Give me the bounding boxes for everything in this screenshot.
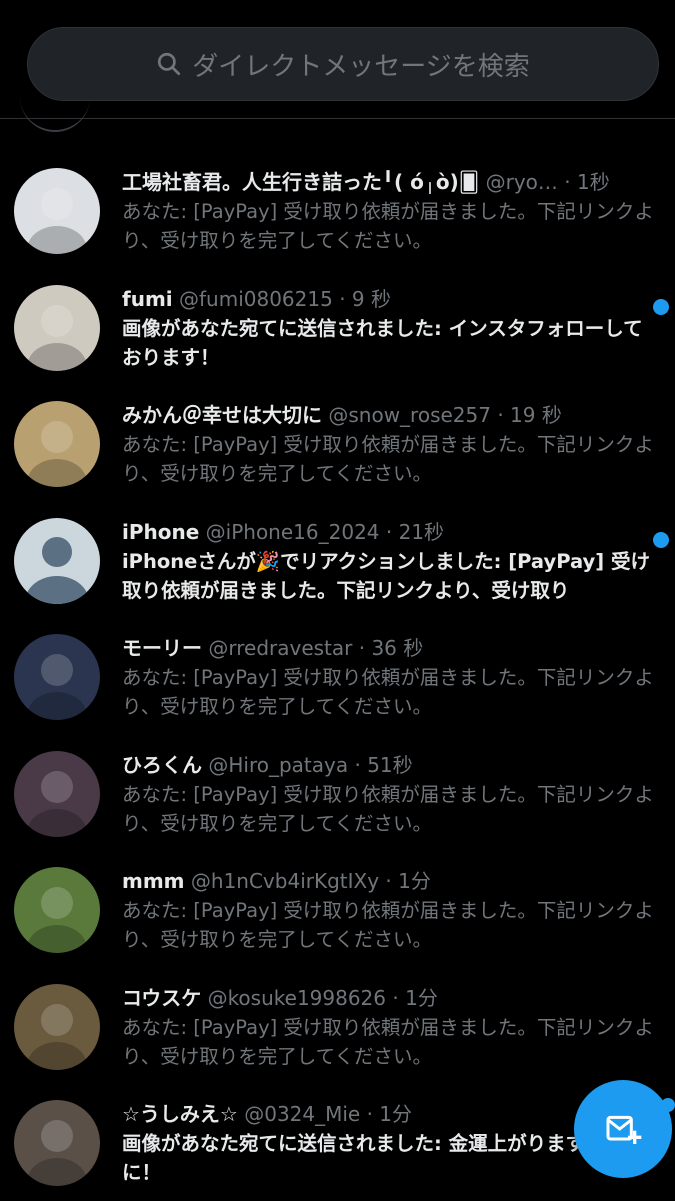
message-preview: あなた: [PayPay] 受け取り依頼が届きました。下記リンクより、受け取りを… [122,1015,654,1068]
timestamp: · 51秒 [354,752,413,777]
timestamp: · 1秒 [564,170,610,194]
username: @h1nCvb4irKgtIXy [190,869,380,893]
message-preview: あなた: [PayPay] 受け取り依頼が届きました。下記リンクより、受け取りを… [122,200,654,252]
message-preview: 画像があなた宛てに送信されました: インスタフォローしております！ [122,316,643,369]
conversation-header: モーリー @rredravestar · 36 秒 [122,633,659,663]
conversation-row[interactable]: iPhone @iPhone16_2024 · 21秒 iPhoneさんが🎉でリ… [0,502,675,619]
conversation-text: 工場社畜君。人生行き詰った╹( ó╷ò)🂠 @ryo… · 1秒 あなた: [P… [122,167,659,255]
conversation-row[interactable]: ひろくん @Hiro_pataya · 51秒 あなた: [PayPay] 受け… [0,735,675,852]
unread-indicator [653,298,669,315]
display-name: 工場社畜君。人生行き詰った╹( ó╷ò)🂠 [122,170,480,194]
avatar[interactable] [14,867,100,953]
conversation-text: fumi @fumi0806215 · 9 秒 画像があなた宛てに送信されました… [122,284,659,372]
conversation-row[interactable]: コウスケ @kosuke1998626 · 1分 あなた: [PayPay] 受… [0,968,675,1085]
conversation-header: ひろくん @Hiro_pataya · 51秒 [122,750,659,780]
display-name: iPhone [122,519,200,544]
conversation-header: fumi @fumi0806215 · 9 秒 [122,284,659,314]
username: @0324_Mie [244,1102,361,1126]
username: @ryo… [485,170,558,194]
conversation-row[interactable]: みかん＠幸せは大切に @snow_rose257 · 19 秒 あなた: [Pa… [0,385,675,502]
timestamp: · 1分 [392,985,438,1010]
display-name: モーリー [122,636,202,660]
username: @rredravestar [208,636,353,660]
avatar[interactable] [14,517,100,604]
timestamp: · 9 秒 [339,286,391,311]
conversation-list: 工場社畜君。人生行き詰った╹( ó╷ò)🂠 @ryo… · 1秒 あなた: [P… [0,152,675,1201]
display-name: mmm [122,869,185,893]
avatar[interactable] [14,750,100,837]
new-message-button[interactable] [574,1080,672,1178]
timestamp: · 21秒 [385,519,445,544]
display-name: ☆うしみえ☆ [122,1102,238,1126]
conversation-header: コウスケ @kosuke1998626 · 1分 [122,983,659,1013]
conversation-row[interactable]: ☆うしみえ☆ @0324_Mie · 1分 画像があなた宛てに送信されました: … [0,1084,675,1201]
notification-dot [661,1098,675,1112]
conversation-header: iPhone @iPhone16_2024 · 21秒 [122,517,659,547]
unread-indicator [653,531,669,548]
avatar[interactable] [14,983,100,1070]
conversation-row[interactable]: mmm @h1nCvb4irKgtIXy · 1分 あなた: [PayPay] … [0,851,675,968]
new-message-icon [606,1115,642,1144]
avatar[interactable] [14,168,100,254]
display-name: コウスケ [122,985,202,1010]
conversation-row[interactable]: モーリー @rredravestar · 36 秒 あなた: [PayPay] … [0,618,675,735]
conversation-row[interactable]: 工場社畜君。人生行き詰った╹( ó╷ò)🂠 @ryo… · 1秒 あなた: [P… [0,152,675,269]
conversation-header: みかん＠幸せは大切に @snow_rose257 · 19 秒 [122,400,659,430]
username: @kosuke1998626 [207,985,387,1010]
conversation-text: ひろくん @Hiro_pataya · 51秒 あなた: [PayPay] 受け… [122,750,659,838]
search-icon [158,52,181,76]
message-preview: iPhoneさんが🎉でリアクションしました: [PayPay] 受け取り依頼が届… [122,549,650,602]
display-name: fumi [122,286,173,311]
timestamp: · 1分 [366,1102,413,1126]
message-preview: あなた: [PayPay] 受け取り依頼が届きました。下記リンクより、受け取りを… [122,666,654,718]
conversation-row[interactable]: fumi @fumi0806215 · 9 秒 画像があなた宛てに送信されました… [0,269,675,386]
timestamp: · 36 秒 [358,636,424,660]
username: @fumi0806215 [179,286,333,311]
search-input[interactable]: ダイレクトメッセージを検索 [27,27,659,101]
username: @snow_rose257 [328,403,491,427]
search-placeholder: ダイレクトメッセージを検索 [192,51,530,82]
avatar[interactable] [14,634,100,720]
conversation-text: iPhone @iPhone16_2024 · 21秒 iPhoneさんが🎉でリ… [122,517,659,605]
username: @iPhone16_2024 [205,519,380,544]
avatar[interactable] [14,284,100,371]
username: @Hiro_pataya [208,752,349,777]
partial-avatar [20,96,90,132]
message-preview: あなた: [PayPay] 受け取り依頼が届きました。下記リンクより、受け取りを… [122,433,654,485]
timestamp: · 19 秒 [497,403,562,427]
conversation-header: mmm @h1nCvb4irKgtIXy · 1分 [122,866,659,896]
message-preview: あなた: [PayPay] 受け取り依頼が届きました。下記リンクより、受け取りを… [122,899,654,951]
display-name: みかん＠幸せは大切に [122,403,322,427]
search-header: ダイレクトメッセージを検索 [0,0,675,119]
display-name: ひろくん [122,752,202,777]
conversation-text: みかん＠幸せは大切に @snow_rose257 · 19 秒 あなた: [Pa… [122,400,659,488]
conversation-text: コウスケ @kosuke1998626 · 1分 あなた: [PayPay] 受… [122,983,659,1071]
timestamp: · 1分 [385,869,431,893]
message-preview: あなた: [PayPay] 受け取り依頼が届きました。下記リンクより、受け取りを… [122,782,654,835]
conversation-text: mmm @h1nCvb4irKgtIXy · 1分 あなた: [PayPay] … [122,866,659,954]
avatar[interactable] [14,401,100,487]
conversation-text: モーリー @rredravestar · 36 秒 あなた: [PayPay] … [122,633,659,721]
conversation-header: 工場社畜君。人生行き詰った╹( ó╷ò)🂠 @ryo… · 1秒 [122,167,659,197]
avatar[interactable] [14,1100,100,1186]
